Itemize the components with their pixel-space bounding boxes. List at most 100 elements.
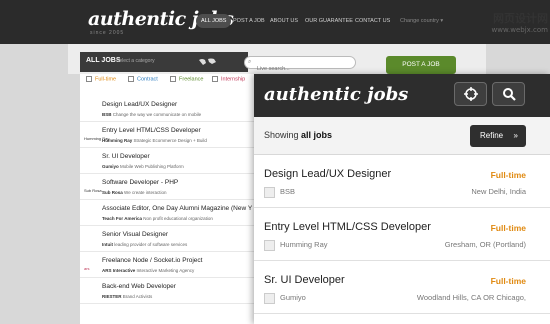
- job-location: Gresham, OR (Portland): [444, 240, 526, 249]
- filter-freelance[interactable]: Freelance: [170, 76, 203, 82]
- job-desc: Strategic Ecommerce Design + Build: [133, 138, 207, 143]
- job-company-desc: ARS Interactive Interactive Marketing Ag…: [102, 268, 194, 273]
- mobile-view: authentic jobs Showing all jobs Refine »…: [254, 74, 550, 324]
- job-title[interactable]: Design Lead/UX Designer: [102, 101, 177, 108]
- company-logo: Sub Rosa: [84, 188, 102, 193]
- list-item[interactable]: Sr. UI Developer Gumiyo Mobile Web Publi…: [80, 148, 255, 174]
- job-desc: Brand Activists: [122, 294, 153, 299]
- job-title[interactable]: Entry Level HTML/CSS Developer: [264, 221, 431, 233]
- job-row[interactable]: Entry Level HTML/CSS Developer Full-time…: [254, 209, 550, 261]
- filter-contract[interactable]: Contract: [128, 76, 158, 82]
- site-logo-tagline: since 2005: [90, 30, 125, 36]
- change-country-dropdown[interactable]: Change country ▾: [395, 14, 448, 28]
- checkbox-icon: [86, 76, 92, 82]
- list-item[interactable]: Design Lead/UX Designer BSB Change the w…: [80, 96, 255, 122]
- mobile-header: authentic jobs: [254, 74, 550, 117]
- list-item[interactable]: Back-end Web Developer RIESTER Brand Act…: [80, 278, 255, 304]
- company-logo: [264, 240, 275, 251]
- job-company-desc: Humming Ray Strategic Ecommerce Design +…: [102, 138, 207, 143]
- filter-label: Internship: [221, 76, 246, 83]
- showing-bar: Showing all jobs Refine »: [254, 117, 550, 155]
- job-row[interactable]: Design Lead/UX Designer Full-time BSB Ne…: [254, 156, 550, 208]
- search-button[interactable]: [492, 82, 525, 106]
- job-title[interactable]: Software Developer - PHP: [102, 179, 178, 186]
- crosshair-icon: [463, 87, 478, 101]
- job-company-desc: Sub Rosa We create interaction: [102, 190, 166, 195]
- job-desc: We create interaction: [124, 190, 167, 195]
- desktop-job-list: Design Lead/UX Designer BSB Change the w…: [80, 96, 255, 304]
- job-desc: Non profit educational organization: [143, 216, 213, 221]
- job-title[interactable]: Back-end Web Developer: [102, 283, 176, 290]
- filter-label: Contract: [137, 76, 158, 83]
- showing-filter: all jobs: [301, 130, 333, 140]
- checkbox-icon: [170, 76, 176, 82]
- list-item[interactable]: Sub Rosa Software Developer - PHP Sub Ro…: [80, 174, 255, 200]
- job-company: BSB: [280, 187, 296, 196]
- filter-label: Freelance: [179, 76, 204, 83]
- checkbox-icon: [128, 76, 134, 82]
- job-company: Gumiyo: [102, 164, 119, 169]
- job-company-desc: Intuit leading provider of software serv…: [102, 242, 187, 247]
- job-type-badge: Full-time: [490, 276, 526, 286]
- job-company: Humming Ray: [280, 240, 328, 249]
- nav-all-jobs[interactable]: ALL JOBS: [196, 14, 232, 28]
- job-desc: Mobile Web Publishing Platform: [120, 164, 184, 169]
- job-title[interactable]: Entry Level HTML/CSS Developer: [102, 127, 201, 134]
- job-title[interactable]: Sr. UI Developer: [264, 274, 345, 286]
- job-company: ARS Interactive: [102, 268, 136, 273]
- job-company: Teach For America: [102, 216, 143, 221]
- live-search[interactable]: ⌕: [244, 56, 356, 75]
- nav-post-a-job[interactable]: POST A JOB: [228, 14, 270, 28]
- company-logo: [264, 187, 275, 198]
- company-logo: ars: [84, 266, 90, 271]
- filter-full-time[interactable]: Full-time: [86, 76, 116, 82]
- watermark-url: www.webjx.com: [491, 26, 549, 34]
- search-icon: ⌕: [248, 59, 252, 65]
- jobs-category-bar: ALL JOBS Select a category: [80, 52, 248, 72]
- job-company: Gumiyo: [280, 293, 306, 302]
- world-map-icon[interactable]: [196, 56, 220, 68]
- job-type-badge: Full-time: [490, 170, 526, 180]
- job-title[interactable]: Sr. UI Developer: [102, 153, 150, 160]
- job-company: BSB: [102, 112, 112, 117]
- job-title[interactable]: Associate Editor, One Day Alumni Magazin…: [102, 205, 252, 212]
- job-company-desc: BSB Change the way we communicate on mob…: [102, 112, 201, 117]
- list-item[interactable]: Associate Editor, One Day Alumni Magazin…: [80, 200, 255, 226]
- refine-label: Refine: [480, 131, 504, 140]
- search-icon: [502, 88, 516, 101]
- job-desc: Change the way we communicate on mobile: [112, 112, 202, 117]
- job-company-desc: Teach For America Non profit educational…: [102, 216, 213, 221]
- category-select[interactable]: Select a category: [116, 58, 155, 64]
- job-title[interactable]: Design Lead/UX Designer: [264, 168, 391, 180]
- job-title[interactable]: Senior Visual Designer: [102, 231, 168, 238]
- mobile-logo[interactable]: authentic jobs: [264, 84, 408, 105]
- job-desc: Interactive Marketing Agency: [136, 268, 195, 273]
- refine-button[interactable]: Refine »: [470, 125, 526, 147]
- job-company: Sub Rosa: [102, 190, 123, 195]
- list-item[interactable]: ars Freelance Node / Socket.io Project A…: [80, 252, 255, 278]
- showing-text: Showing all jobs: [264, 130, 332, 140]
- job-company: RIESTER: [102, 294, 122, 299]
- filter-label: Full-time: [95, 76, 117, 83]
- list-item[interactable]: Senior Visual Designer Intuit leading pr…: [80, 226, 255, 252]
- nav-contact-us[interactable]: CONTACT US: [350, 14, 395, 28]
- job-type-badge: Full-time: [490, 223, 526, 233]
- list-item[interactable]: Humming Ray Entry Level HTML/CSS Develop…: [80, 122, 255, 148]
- location-button[interactable]: [454, 82, 487, 106]
- job-location: Woodland Hills, CA OR Chicago,: [416, 293, 526, 302]
- job-company-desc: Gumiyo Mobile Web Publishing Platform: [102, 164, 184, 169]
- watermark-title: 网页设计网: [493, 12, 548, 25]
- job-location: New Delhi, India: [471, 187, 526, 196]
- showing-prefix: Showing: [264, 130, 299, 140]
- job-company: Humming Ray: [102, 138, 133, 143]
- company-logo: [264, 293, 275, 304]
- job-title[interactable]: Freelance Node / Socket.io Project: [102, 257, 202, 264]
- nav-about-us[interactable]: ABOUT US: [265, 14, 303, 28]
- job-company-desc: RIESTER Brand Activists: [102, 294, 152, 299]
- job-row[interactable]: Sr. UI Developer Full-time Gumiyo Woodla…: [254, 262, 550, 314]
- checkbox-icon: [212, 76, 218, 82]
- filter-internship[interactable]: Internship: [212, 76, 245, 82]
- job-company: Intuit: [102, 242, 113, 247]
- chevron-down-icon: »: [513, 131, 518, 140]
- job-desc: leading provider of software services: [114, 242, 188, 247]
